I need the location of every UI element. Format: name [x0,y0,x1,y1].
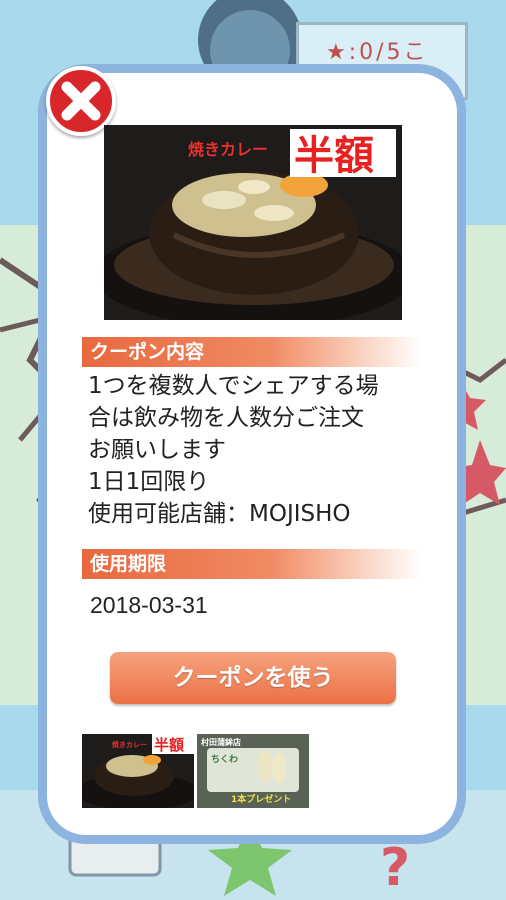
thumb2-caption-top: 村田蒲鉾店 [201,737,241,747]
thumb2-caption-bottom: 1本プレゼント [231,793,291,805]
star-counter-text: ★:0/5こ [326,40,429,65]
svg-text:?: ? [380,838,410,898]
coupon-content-text: 1つを複数人でシェアする場 合は飲み物を人数分ご注文 お願いします 1日1回限り… [88,373,379,527]
hero-caption-small: 焼きカレー [188,140,268,159]
thumb1-caption-small: 焼きカレー [112,740,147,749]
content-section-header: クーポン内容 [82,337,422,367]
hero-caption-big: 半額 [294,133,374,179]
use-coupon-button[interactable]: クーポンを使う [110,652,396,704]
thumb2-caption-sub: ちくわ [211,754,238,765]
expiry-date: 2018-03-31 [90,592,208,618]
close-x-icon [61,81,101,121]
coupon-hero-image: 焼きカレー 半額 [104,125,402,320]
expiry-section-header: 使用期限 [82,549,422,579]
thumb1-caption-big: 半額 [154,736,184,754]
coupon-thumbnail-chikuwa[interactable]: 村田蒲鉾店 ちくわ 1本プレゼント [197,734,309,808]
coupon-thumbnail-curry[interactable]: 焼きカレー 半額 [82,734,194,808]
